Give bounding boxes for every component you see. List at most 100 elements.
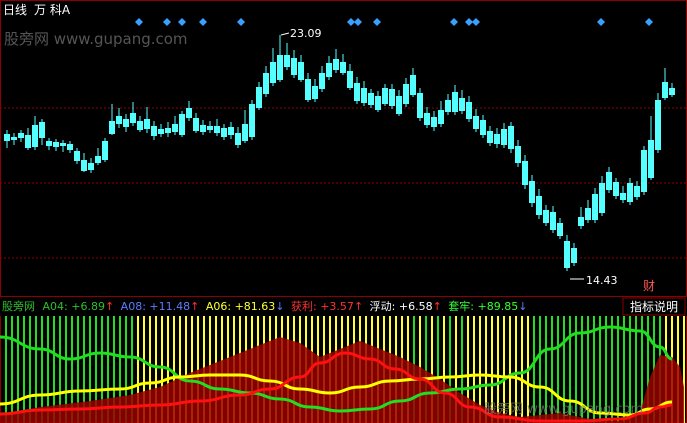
diamond-icon (597, 18, 605, 26)
indicator-bar (35, 316, 37, 423)
candle-body (326, 63, 332, 77)
diamond-icon (199, 18, 207, 26)
candle-body (424, 113, 430, 125)
diamond-icon (237, 18, 245, 26)
indicator-help-button[interactable]: 指标说明 (630, 299, 678, 314)
candle-body (312, 86, 318, 99)
candle-body (382, 88, 388, 104)
candle-body (634, 186, 640, 197)
legend-a06-label: A06: (206, 300, 235, 313)
indicator-bar (11, 316, 13, 423)
candle-body (25, 135, 31, 148)
price-chart-panel[interactable]: 23.09 14.43 日线 万 科A 股旁网 www.gupang.com 财 (0, 0, 687, 297)
stock-name-label: 万 科A (34, 3, 71, 17)
candle-body (277, 55, 283, 80)
legend-a04-label: A04: (43, 300, 72, 313)
candle-body (319, 73, 325, 89)
candle-body (606, 172, 612, 190)
candle-body (137, 121, 143, 130)
diamond-icon (178, 18, 186, 26)
candle-body (487, 131, 493, 143)
candle-body (557, 223, 563, 236)
candle-body (655, 100, 661, 150)
candle-body (270, 62, 276, 83)
indicator-chart[interactable]: 股旁网 A04: +6.89↑ A08: +11.48↑ A06: +81.63… (0, 297, 687, 423)
candle-body (81, 160, 87, 171)
candle-body (354, 83, 360, 101)
candle-body (179, 114, 185, 135)
candle-body (284, 55, 290, 67)
indicator-panel[interactable]: 股旁网 A04: +6.89↑ A08: +11.48↑ A06: +81.63… (0, 297, 687, 423)
candle-body (242, 124, 248, 141)
candle-body (221, 128, 227, 137)
candle-body (501, 129, 507, 145)
candle-body (214, 126, 220, 133)
indicator-bar (5, 316, 7, 423)
candle-body (4, 134, 10, 141)
high-price-label: 23.09 (290, 27, 322, 40)
candle-body (641, 150, 647, 192)
candle-body (207, 126, 213, 130)
legend-float-value: +6.58 (399, 300, 433, 313)
legend-float-arrow: ↑ (433, 300, 442, 313)
diamond-icon (373, 18, 381, 26)
candle-body (368, 93, 374, 105)
candle-body (102, 141, 108, 160)
legend-trapped-value: +89.85 (478, 300, 519, 313)
candle-body (151, 126, 157, 136)
high-pointer (280, 32, 290, 36)
legend-a06-arrow: ↓ (275, 300, 284, 313)
legend-trapped-arrow: ↓ (518, 300, 527, 313)
diamond-icon (472, 18, 480, 26)
candle-body (298, 62, 304, 80)
candle-body (340, 62, 346, 73)
legend-a06-value: +81.63 (235, 300, 276, 313)
candle-body (571, 248, 577, 263)
candle-body (627, 183, 633, 202)
candle-body (662, 82, 668, 98)
candle-body (53, 142, 59, 147)
legend-a08-arrow: ↑ (190, 300, 199, 313)
candle-body (193, 118, 199, 131)
watermark-top: 股旁网 www.gupang.com (4, 30, 188, 48)
diamond-icon (347, 18, 355, 26)
candle-body (375, 96, 381, 110)
candle-body (130, 113, 136, 123)
candle-body (389, 89, 395, 106)
diamond-icon (450, 18, 458, 26)
candle-body (361, 88, 367, 103)
candle-body (109, 121, 115, 134)
candle-body (438, 110, 444, 124)
candle-body (396, 96, 402, 114)
candle-body (410, 75, 416, 95)
candle-body (592, 194, 598, 220)
candle-body (669, 88, 675, 95)
candle-body (417, 93, 423, 118)
candle-body (88, 163, 94, 170)
candle-body (95, 156, 101, 163)
candle-body (228, 127, 234, 135)
financial-report-marker[interactable]: 财 (643, 279, 655, 293)
candle-body (347, 71, 353, 88)
candle-body (459, 98, 465, 111)
legend-source: 股旁网 (2, 299, 35, 313)
candle-body (529, 181, 535, 203)
signal-markers (135, 18, 653, 26)
candle-body (18, 133, 24, 138)
diamond-icon (163, 18, 171, 26)
indicator-bar (23, 316, 25, 423)
candle-body (452, 92, 458, 112)
candle-body (32, 125, 38, 147)
legend-a04-value: +6.89 (71, 300, 105, 313)
candle-body (543, 210, 549, 223)
candle-body (494, 134, 500, 144)
candle-body (508, 126, 514, 149)
candle-body (11, 137, 17, 140)
candle-body (599, 183, 605, 213)
candle-body (67, 144, 73, 150)
candle-body (46, 141, 52, 146)
candlestick-chart[interactable]: 23.09 14.43 日线 万 科A 股旁网 www.gupang.com 财 (0, 0, 687, 297)
candle-body (116, 116, 122, 124)
indicator-bar (17, 316, 19, 423)
candle-body (473, 116, 479, 129)
